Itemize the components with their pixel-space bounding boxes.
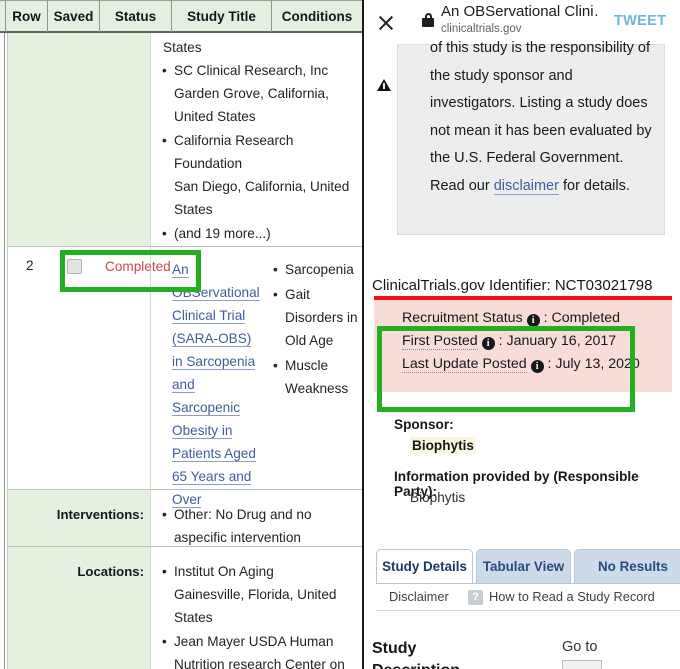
interventions-list: Other: No Drug and no aspecific interven… — [161, 503, 351, 549]
locations-column-divider — [150, 547, 151, 669]
row2-top-pad — [8, 247, 150, 249]
screenshot-root: Row Saved Status Study Title Conditions … — [0, 0, 680, 669]
tweet-button[interactable]: TWEET — [614, 13, 666, 29]
list-item: (and 19 more...) — [161, 222, 357, 245]
list-item: Gait Disorders in Old Age — [272, 283, 358, 352]
column-header-row[interactable]: Row — [5, 1, 48, 32]
subbar-disclaimer-link[interactable]: Disclaimer — [389, 589, 449, 604]
study-description-heading: Study Description — [372, 640, 460, 669]
prev-row-shaded-cell — [8, 33, 150, 246]
locations-label: Locations: — [77, 564, 144, 579]
column-header-study-title[interactable]: Study Title — [172, 1, 272, 32]
interventions-column-divider — [150, 490, 151, 546]
disclaimer-text: of this study is the responsibility of t… — [430, 35, 662, 200]
how-to-read-link[interactable]: How to Read a Study Record — [489, 589, 655, 604]
lock-body — [422, 18, 434, 27]
list-item: SC Clinical Research, Inc Garden Grove, … — [161, 59, 357, 128]
interventions-label: Interventions: — [56, 507, 144, 522]
goto-label: Go to — [562, 639, 598, 655]
warning-triangle-icon — [377, 79, 391, 91]
column-header-conditions[interactable]: Conditions — [272, 1, 362, 32]
results-table-header: Row Saved Status Study Title Conditions — [0, 0, 362, 33]
table-left-border — [4, 33, 5, 669]
tab-tabular-view[interactable]: Tabular View — [476, 549, 571, 583]
tab-no-results-posted[interactable]: No Results Posted — [574, 549, 680, 608]
prev-row-location-tail: States — [163, 40, 202, 55]
list-item: Sarcopenia — [272, 258, 358, 281]
close-icon[interactable] — [376, 13, 396, 33]
browser-page-url: clinicaltrials.gov — [441, 23, 522, 35]
goto-dropdown-button[interactable] — [562, 660, 602, 669]
study-title-link[interactable]: An OBServational Clinical Trial (SARA-OB… — [172, 258, 264, 511]
prev-row-locations-list: SC Clinical Research, Inc Garden Grove, … — [161, 59, 357, 245]
study-title-text: An OBServational Clinical Trial (SARA-OB… — [172, 262, 260, 508]
list-item: Other: No Drug and no aspecific interven… — [161, 503, 351, 549]
disclaimer-callout-box: of this study is the responsibility of t… — [397, 40, 665, 235]
list-item: Jean Mayer USDA Human Nutrition research… — [161, 630, 356, 669]
recruitment-status-line: Recruitment Status i : Completed — [402, 310, 620, 327]
list-item: Institut On Aging Gainesville, Florida, … — [161, 560, 356, 629]
disclaimer-text-before: of this study is the responsibility of t… — [430, 40, 652, 194]
search-results-panel: Row Saved Status Study Title Conditions … — [0, 0, 362, 669]
column-header-saved[interactable]: Saved — [48, 1, 100, 32]
tab-study-details[interactable]: Study Details — [376, 549, 473, 583]
prev-row-column-divider — [150, 33, 151, 246]
disclaimer-link[interactable]: disclaimer — [493, 177, 559, 195]
list-item: California Research Foundation San Diego… — [161, 129, 357, 221]
locations-list: Institut On Aging Gainesville, Florida, … — [161, 560, 356, 669]
responsible-party-name: Biophytis — [410, 490, 466, 505]
row-conditions-list: Sarcopenia Gait Disorders in Old Age Mus… — [272, 258, 358, 400]
clinicaltrials-identifier: ClinicalTrials.gov Identifier: NCT030217… — [372, 277, 653, 294]
browser-page-title: An OBServational Clini… — [441, 3, 599, 20]
sponsor-name: Biophytis — [410, 437, 476, 454]
question-mark-icon[interactable]: ? — [468, 590, 483, 605]
annotation-box-status-cell — [60, 250, 201, 292]
disclaimer-text-after: for details. — [558, 177, 630, 194]
column-header-status[interactable]: Status — [100, 1, 172, 32]
recruitment-status-label: Recruitment Status — [402, 310, 523, 327]
annotation-box-posted-dates — [377, 326, 635, 412]
lock-icon — [422, 13, 434, 27]
recruitment-status-value: : Completed — [543, 310, 621, 326]
list-item: Muscle Weakness — [272, 354, 358, 400]
sponsor-label: Sponsor: — [394, 417, 454, 432]
row-number: 2 — [26, 258, 34, 273]
record-tabs: Study Details Tabular View No Results Po… — [376, 549, 680, 608]
